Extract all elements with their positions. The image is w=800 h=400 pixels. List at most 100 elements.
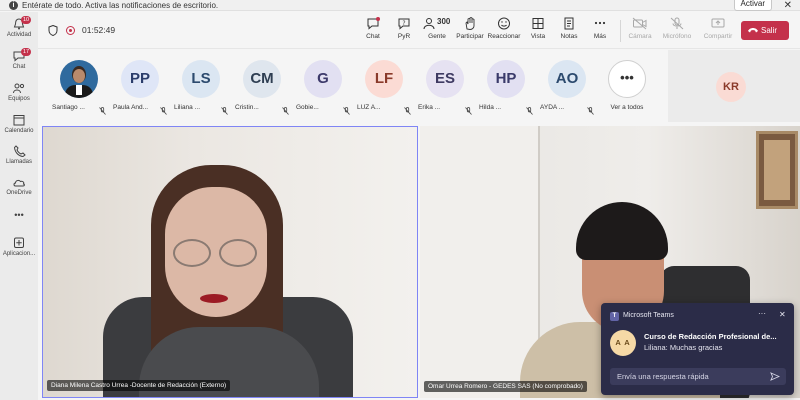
- avatar: ES: [426, 60, 464, 98]
- share-screen-icon: [711, 18, 725, 28]
- close-banner-icon[interactable]: ✕: [784, 0, 792, 11]
- teams-toast-notification[interactable]: T Microsoft Teams ··· ✕ A A Curso de Red…: [601, 303, 794, 395]
- participant-tile[interactable]: LF LUZ A...: [355, 60, 413, 115]
- toast-more-icon[interactable]: ···: [758, 309, 766, 318]
- video-scene: [420, 126, 540, 398]
- info-icon: i: [9, 1, 18, 10]
- see-all-button[interactable]: ••• Ver a todos: [598, 60, 656, 111]
- send-icon[interactable]: [770, 372, 780, 381]
- camera-button[interactable]: Cámara: [625, 17, 655, 40]
- people-icon: [423, 18, 435, 30]
- react-label: Reaccionar: [487, 33, 521, 40]
- leave-label: Salir: [761, 26, 778, 35]
- video-tile-speaker[interactable]: Diana Milena Castro Urrea -Docente de Re…: [42, 126, 418, 398]
- teams-icon: T: [610, 312, 619, 321]
- qna-label: PyR: [397, 33, 411, 40]
- grid-view-icon: [532, 18, 544, 29]
- hang-up-icon: [748, 28, 758, 33]
- recording-icon: [66, 26, 75, 35]
- mic-muted-icon: [282, 107, 289, 115]
- participant-tile[interactable]: Santiago ...: [50, 60, 108, 115]
- video-scene: [200, 294, 228, 303]
- participant-tile[interactable]: AO AYDA ...: [538, 60, 596, 115]
- mic-muted-icon: [160, 107, 167, 115]
- raise-hand-icon: [465, 17, 475, 30]
- see-all-label: Ver a todos: [610, 104, 644, 111]
- rail-item-chat[interactable]: 17 Chat: [0, 48, 38, 70]
- mic-muted-icon: [465, 107, 472, 115]
- avatar: G: [304, 60, 342, 98]
- camera-label: Cámara: [628, 33, 652, 40]
- notes-button[interactable]: Notas: [554, 17, 584, 40]
- avatar: LF: [365, 60, 403, 98]
- phone-icon: [13, 145, 26, 157]
- rail-item-calendar[interactable]: Calendario: [0, 114, 38, 134]
- view-label: Vista: [530, 33, 546, 40]
- more-icon: [594, 21, 606, 25]
- avatar: A A: [610, 330, 636, 356]
- people-label: Gente: [428, 33, 446, 40]
- rail-label: Actividad: [6, 32, 32, 38]
- mic-muted-icon: [587, 107, 594, 115]
- mic-off-icon: [670, 17, 684, 30]
- people-count: 300: [437, 17, 451, 26]
- rail-label: Calendario: [4, 128, 34, 134]
- toast-close-icon[interactable]: ✕: [779, 310, 786, 319]
- rail-label: OneDrive: [6, 190, 32, 196]
- svg-text:?: ?: [402, 20, 405, 27]
- view-button[interactable]: Vista: [523, 17, 553, 40]
- meeting-timer: 01:52:49: [82, 25, 116, 35]
- share-button[interactable]: Compartir: [701, 17, 735, 40]
- meeting-toolbar: 01:52:49 Chat ? PyR 300 Gente Participar…: [38, 12, 800, 49]
- qna-icon: ?: [398, 18, 410, 30]
- avatar: AO: [548, 60, 586, 98]
- camera-off-icon: [632, 17, 647, 30]
- leave-button[interactable]: Salir: [741, 21, 789, 40]
- quick-reply-input[interactable]: Envía una respuesta rápida: [610, 368, 786, 385]
- toast-app-name: Microsoft Teams: [623, 312, 674, 319]
- self-view-tile[interactable]: KR: [668, 50, 800, 122]
- share-label: Compartir: [703, 33, 733, 40]
- avatar: CM: [243, 60, 281, 98]
- participant-strip: Santiago ... PP Paula And... LS Liliana …: [38, 50, 666, 122]
- qna-button[interactable]: ? PyR: [389, 17, 419, 40]
- toast-message: Liliana: Muchas gracias: [644, 343, 723, 352]
- participant-tile[interactable]: G Gobie...: [294, 60, 352, 115]
- rail-item-apps[interactable]: Aplicacion...: [0, 237, 38, 257]
- rail-item-onedrive[interactable]: OneDrive: [0, 176, 38, 196]
- notes-icon: [564, 17, 574, 30]
- participant-tile[interactable]: CM Cristin...: [233, 60, 291, 115]
- rail-item-teams[interactable]: Equipos: [0, 82, 38, 102]
- activate-notifications-button[interactable]: Activar: [733, 0, 772, 11]
- rail-label: Aplicacion...: [2, 251, 36, 257]
- mic-muted-icon: [526, 107, 533, 115]
- mic-button[interactable]: Micrófono: [660, 17, 694, 40]
- banner-text: Entérate de todo. Activa las notificacio…: [22, 1, 219, 10]
- cloud-icon: [13, 179, 25, 187]
- rail-item-activity[interactable]: 10 Actividad: [0, 16, 38, 38]
- rail-item-calls[interactable]: Llamadas: [0, 145, 38, 165]
- calendar-icon: [13, 115, 25, 126]
- rail-label: Equipos: [8, 96, 30, 102]
- participant-tile[interactable]: HP Hilda ...: [477, 60, 535, 115]
- avatar: PP: [121, 60, 159, 98]
- video-scene: [173, 239, 211, 267]
- participant-tile[interactable]: ES Erika ...: [416, 60, 474, 115]
- rail-item-more[interactable]: •••: [0, 210, 38, 220]
- chat-badge: 17: [21, 48, 32, 56]
- more-icon: •••: [608, 60, 646, 98]
- more-button[interactable]: Más: [585, 17, 615, 40]
- rail-label: Chat: [12, 64, 26, 70]
- shield-icon[interactable]: [48, 25, 58, 36]
- participate-button[interactable]: Participar: [453, 17, 487, 40]
- toolbar-divider: [620, 20, 621, 42]
- chat-button[interactable]: Chat: [358, 17, 388, 40]
- avatar: LS: [182, 60, 220, 98]
- app-rail: 10 Actividad 17 Chat Equipos Calendario …: [0, 12, 38, 400]
- participant-tile[interactable]: LS Liliana ...: [172, 60, 230, 115]
- mic-label: Micrófono: [662, 33, 692, 40]
- participant-tile[interactable]: PP Paula And...: [111, 60, 169, 115]
- video-scene: [219, 239, 257, 267]
- people-button[interactable]: 300 Gente: [420, 17, 454, 40]
- react-button[interactable]: Reaccionar: [486, 17, 522, 40]
